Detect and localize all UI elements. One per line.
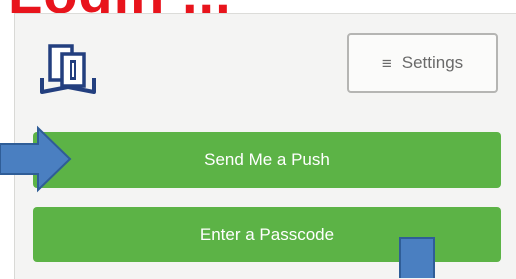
send-push-button[interactable]: Send Me a Push	[33, 132, 501, 188]
send-push-label: Send Me a Push	[204, 150, 330, 169]
arrow-up-icon	[399, 237, 435, 278]
settings-label: Settings	[401, 53, 464, 72]
menu-icon: ≡	[381, 53, 392, 73]
settings-button[interactable]: ≡ Settings	[347, 33, 498, 93]
enter-passcode-label: Enter a Passcode	[199, 224, 335, 244]
book-logo	[40, 44, 96, 94]
arrow-right-icon	[0, 125, 72, 193]
